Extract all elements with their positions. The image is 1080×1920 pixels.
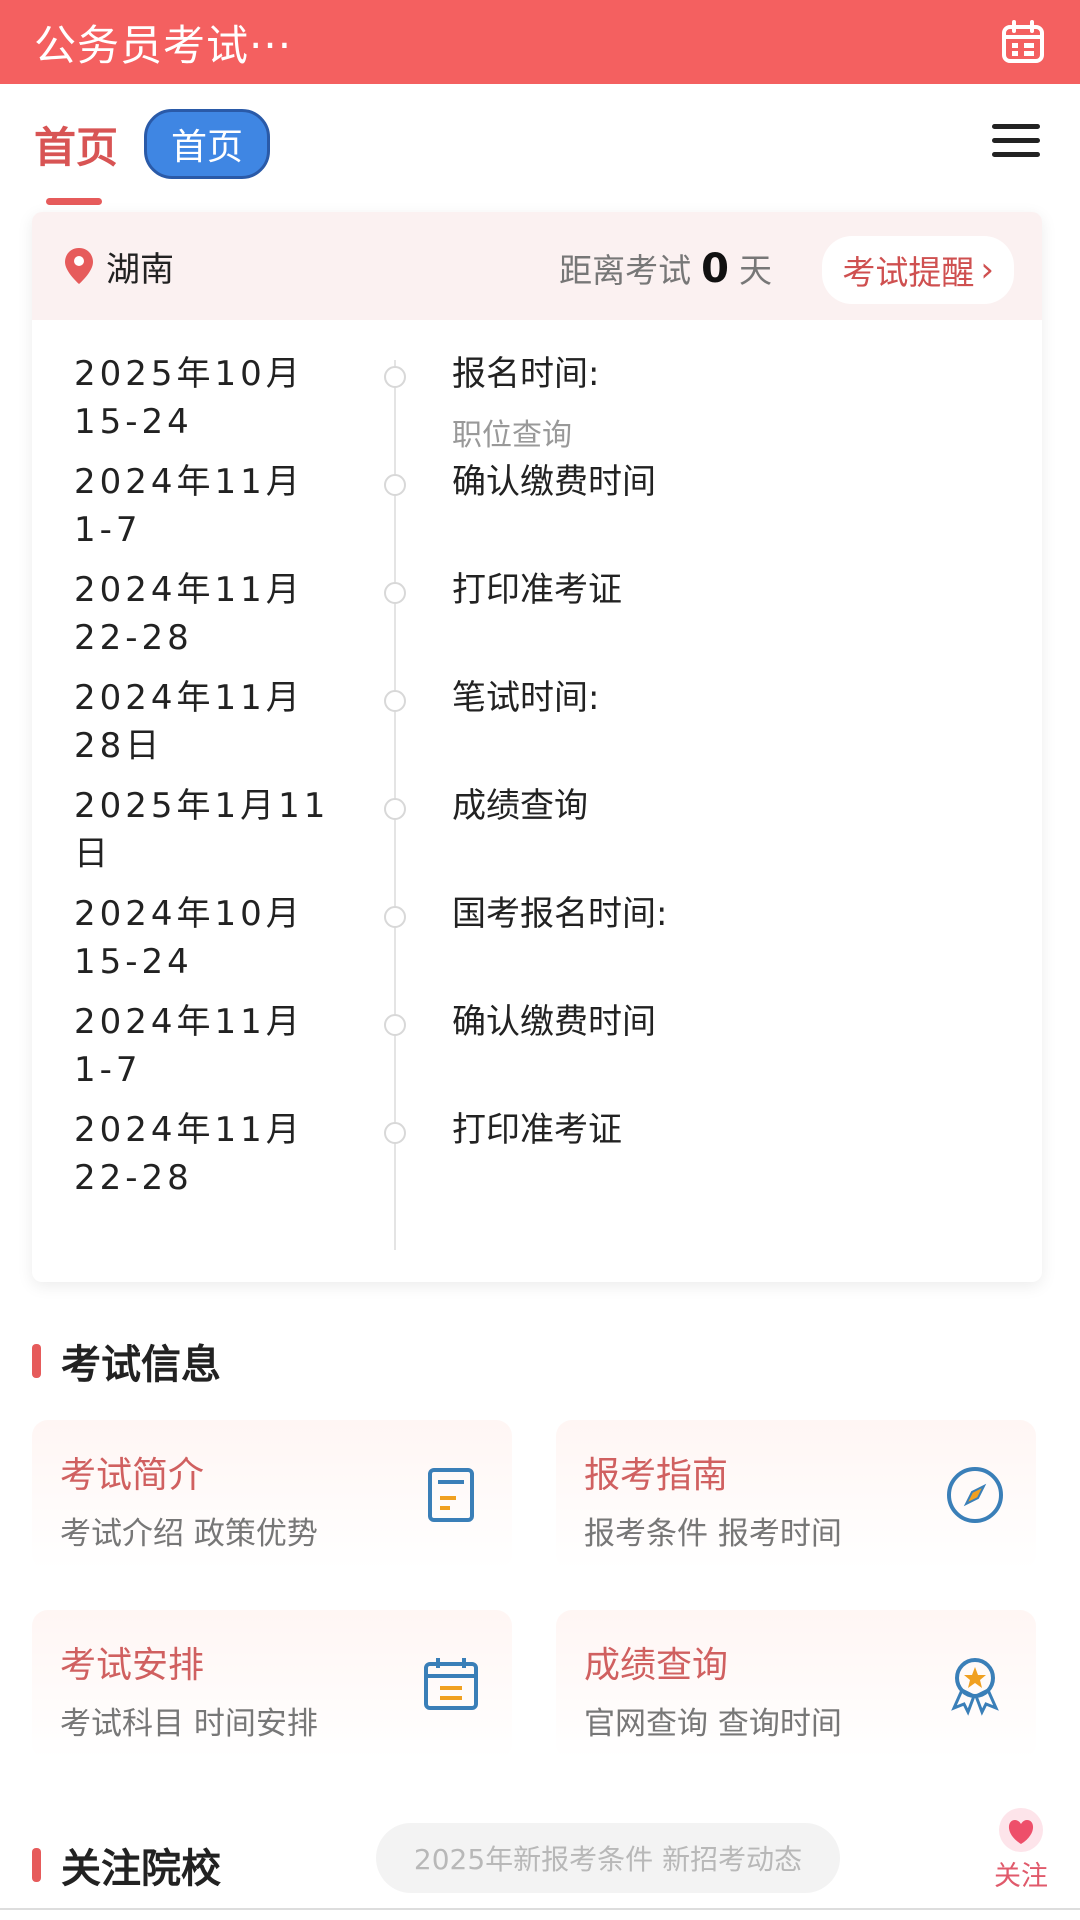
- news-search-bar[interactable]: 2025年新报考条件 新招考动态: [376, 1823, 840, 1893]
- timeline-label[interactable]: 报名时间: 职位查询: [452, 350, 599, 460]
- heart-icon: [999, 1808, 1043, 1852]
- timeline-label[interactable]: 打印准考证: [452, 566, 622, 614]
- timeline-date: 2024年11月 22-28: [74, 1110, 304, 1198]
- follow-button[interactable]: 关注: [986, 1806, 1056, 1893]
- card-subtitle: 考试科目 时间安排: [60, 1706, 318, 1742]
- timeline-dot-icon: [384, 798, 406, 820]
- timeline-label[interactable]: 国考报名时间:: [452, 890, 667, 938]
- follow-label: 关注: [994, 1861, 1048, 1892]
- timeline-label[interactable]: 确认缴费时间: [452, 998, 656, 1046]
- card-title: 报考指南: [584, 1455, 729, 1496]
- card-title: 成绩查询: [584, 1645, 729, 1686]
- document-icon: [428, 1468, 474, 1522]
- timeline-date: 2024年11月 1-7: [74, 1002, 304, 1090]
- timeline-dot-icon: [384, 906, 406, 928]
- countdown-value: 0: [701, 246, 729, 292]
- timeline-row: 2024年11月 1-7 确认缴费时间: [32, 998, 1042, 1106]
- section-accent-bar: [32, 1344, 41, 1378]
- exam-reminder-button[interactable]: 考试提醒 ›: [822, 236, 1014, 304]
- timeline-label[interactable]: 打印准考证: [452, 1106, 622, 1154]
- timeline-label[interactable]: 笔试时间:: [452, 674, 599, 722]
- exam-timeline-card: 湖南 距离考试 0 天 考试提醒 › 2025年10月 15-24 报名时间: 职位查询…: [32, 212, 1042, 1282]
- tab-home[interactable]: 首页: [34, 114, 118, 205]
- timeline-label[interactable]: 成绩查询: [452, 782, 588, 830]
- follow-section-header: 关注院校: [32, 1836, 221, 1894]
- timeline-dot-icon: [384, 474, 406, 496]
- timeline-dot-icon: [384, 1014, 406, 1036]
- timeline-date: 2025年1月11 日: [74, 786, 330, 874]
- timeline-date: 2024年10月 15-24: [74, 894, 304, 982]
- timeline-row: 2024年11月 28日 笔试时间:: [32, 674, 1042, 782]
- timeline-row: 2024年11月 22-28 打印准考证: [32, 1106, 1042, 1214]
- timeline-label[interactable]: 确认缴费时间: [452, 458, 656, 506]
- countdown-unit: 天: [739, 251, 772, 290]
- timeline-row: 2024年10月 15-24 国考报名时间:: [32, 890, 1042, 998]
- chevron-right-icon: ›: [980, 250, 994, 290]
- menu-icon[interactable]: [992, 124, 1040, 158]
- timeline-date: 2024年11月 1-7: [74, 462, 304, 550]
- timeline-dot-icon: [384, 366, 406, 388]
- calendar-icon: [424, 1658, 478, 1710]
- timeline-date: 2025年10月 15-24: [74, 354, 304, 442]
- exam-info-section-header: 考试信息: [32, 1332, 221, 1390]
- section-title: 关注院校: [61, 1846, 221, 1892]
- timeline-date: 2024年11月 28日: [74, 678, 304, 766]
- app-title: 公务员考试···: [34, 20, 293, 70]
- exam-intro-card[interactable]: 考试简介 考试介绍 政策优势: [32, 1420, 512, 1570]
- top-bar: 公务员考试···: [0, 0, 1080, 84]
- bottom-divider: [0, 1908, 1080, 1910]
- card-subtitle: 考试介绍 政策优势: [60, 1516, 318, 1552]
- timeline-dot-icon: [384, 582, 406, 604]
- award-icon: [951, 1658, 999, 1716]
- location-pin-icon: [65, 248, 93, 284]
- card-subtitle: 报考条件 报考时间: [584, 1516, 842, 1552]
- timeline-row: 2025年10月 15-24 报名时间: 职位查询: [32, 350, 1042, 458]
- timeline-dot-icon: [384, 1122, 406, 1144]
- location-label[interactable]: 湖南: [106, 242, 174, 291]
- section-accent-bar: [32, 1848, 41, 1882]
- timeline: 2025年10月 15-24 报名时间: 职位查询 2024年11月 1-7 确认缴费…: [32, 320, 1042, 1250]
- position-query-link[interactable]: 职位查询: [452, 412, 599, 460]
- score-query-card[interactable]: 成绩查询 官网查询 查询时间: [556, 1610, 1036, 1760]
- card-header: 湖南 距离考试 0 天 考试提醒 ›: [32, 212, 1042, 320]
- tab-row: 首页 首页: [0, 84, 1080, 205]
- card-title: 考试安排: [60, 1645, 205, 1686]
- card-subtitle: 官网查询 查询时间: [584, 1706, 842, 1742]
- timeline-date: 2024年11月 22-28: [74, 570, 304, 658]
- compass-icon: [947, 1467, 1003, 1523]
- home-pill-button[interactable]: 首页: [144, 109, 271, 179]
- exam-reminder-label: 考试提醒: [842, 253, 975, 292]
- timeline-row: 2024年11月 1-7 确认缴费时间: [32, 458, 1042, 566]
- timeline-dot-icon: [384, 690, 406, 712]
- calendar-icon[interactable]: [1000, 19, 1046, 65]
- timeline-row: 2024年11月 22-28 打印准考证: [32, 566, 1042, 674]
- exam-guide-card[interactable]: 报考指南 报考条件 报考时间: [556, 1420, 1036, 1570]
- timeline-row: 2025年1月11 日 成绩查询: [32, 782, 1042, 890]
- exam-schedule-card[interactable]: 考试安排 考试科目 时间安排: [32, 1610, 512, 1760]
- section-title: 考试信息: [61, 1342, 221, 1388]
- countdown: 距离考试 0 天: [559, 244, 772, 292]
- card-title: 考试简介: [60, 1455, 205, 1496]
- countdown-prefix: 距离考试: [559, 251, 692, 290]
